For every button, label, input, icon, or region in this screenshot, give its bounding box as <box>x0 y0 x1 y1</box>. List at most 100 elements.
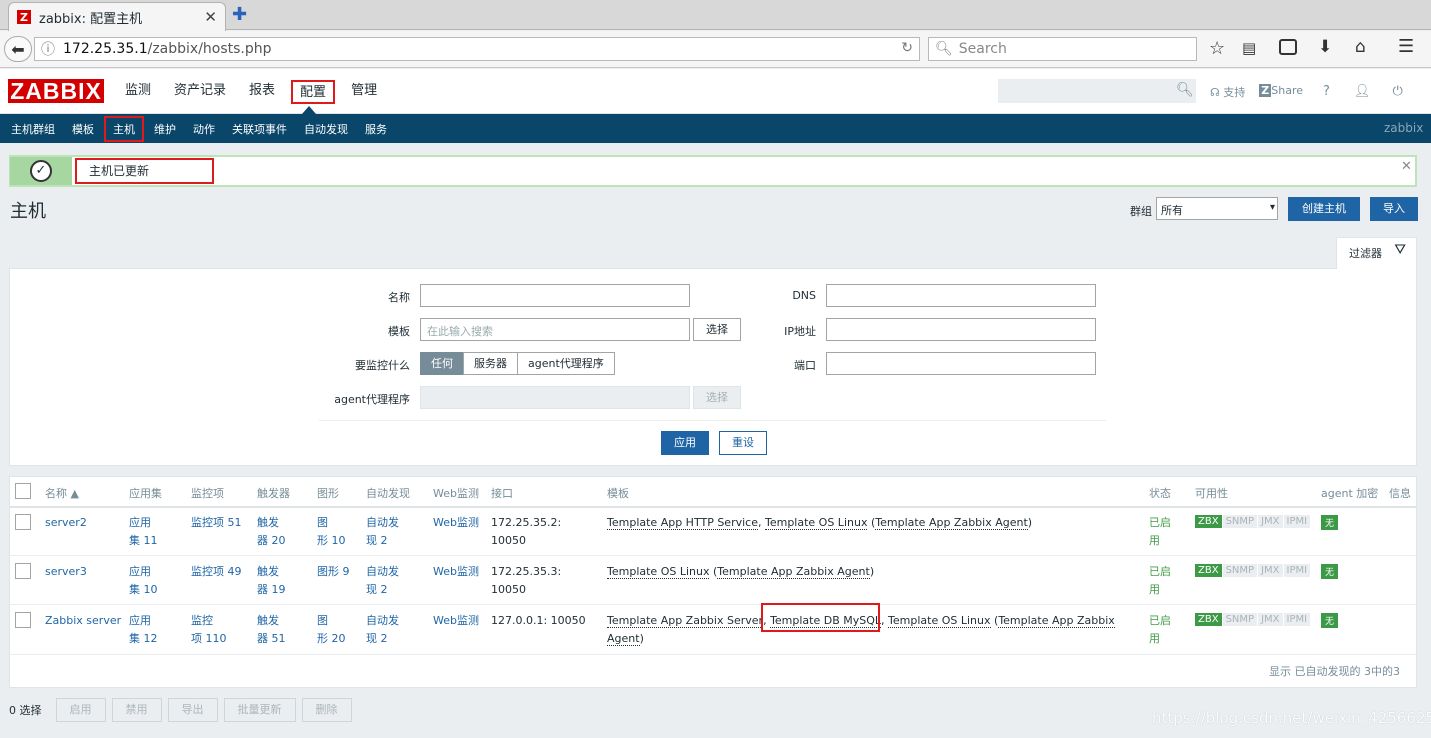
submenu-actions[interactable]: 动作 <box>186 118 222 140</box>
items-link[interactable]: 监控项 110 <box>191 612 227 648</box>
menu-reports[interactable]: 报表 <box>242 80 282 104</box>
host-name-link[interactable]: server3 <box>45 563 87 581</box>
triggers-link[interactable]: 触发器 20 <box>257 514 286 550</box>
graphs-link[interactable]: 图形 9 <box>317 563 350 581</box>
template-link[interactable]: Template App Zabbix Agent <box>875 516 1028 530</box>
host-name-link[interactable]: server2 <box>45 514 87 532</box>
monitor-any[interactable]: 任何 <box>420 352 464 375</box>
name-input[interactable] <box>420 284 690 307</box>
submenu-services[interactable]: 服务 <box>358 118 394 140</box>
search-icon[interactable]: 🔍︎ <box>1176 82 1194 98</box>
delete-button[interactable]: 删除 <box>301 698 352 722</box>
support-link[interactable]: ☊ 支持 <box>1210 84 1245 100</box>
template-link[interactable]: Template OS Linux <box>888 614 991 628</box>
applications-link[interactable]: 应用集 10 <box>129 563 158 599</box>
ipmi-badge: IPMI <box>1282 613 1311 626</box>
home-icon[interactable]: ⌂ <box>1355 37 1366 57</box>
template-link[interactable]: Template App Zabbix Server <box>607 614 764 628</box>
status-enabled-link[interactable]: 已启用 <box>1149 612 1171 648</box>
browser-search-input[interactable]: 🔍︎ Search <box>928 37 1197 61</box>
col-encryption: agent 加密 <box>1321 487 1379 500</box>
row-checkbox[interactable] <box>15 514 31 530</box>
menu-administration[interactable]: 管理 <box>344 80 384 104</box>
reload-icon[interactable]: ↻ <box>901 40 913 56</box>
close-icon[interactable]: ✕ <box>1401 159 1412 174</box>
browser-tab[interactable]: Z zabbix: 配置主机 ✕ <box>8 2 226 31</box>
import-button[interactable]: 导入 <box>1370 197 1418 221</box>
template-link[interactable]: Template App Zabbix Agent <box>717 565 870 579</box>
discovery-link[interactable]: 自动发现 2 <box>366 612 399 648</box>
monitor-proxy[interactable]: agent代理程序 <box>517 352 615 375</box>
port-input[interactable] <box>826 352 1096 375</box>
select-all-checkbox[interactable] <box>15 483 31 499</box>
status-enabled-link[interactable]: 已启用 <box>1149 563 1171 599</box>
status-enabled-link[interactable]: 已启用 <box>1149 514 1171 550</box>
group-select[interactable]: 所有 <box>1156 197 1278 220</box>
filter-tab[interactable]: 过滤器 ⛛ <box>1336 237 1417 269</box>
graphs-link[interactable]: 图形 20 <box>317 612 346 648</box>
web-link[interactable]: Web监测 <box>433 563 479 581</box>
url-bar[interactable]: ⓘ 172.25.35.1/zabbix/hosts.php ↻ <box>34 37 920 61</box>
submenu-host-groups[interactable]: 主机群组 <box>4 118 62 140</box>
template-link[interactable]: Agent <box>607 632 640 646</box>
menu-monitoring[interactable]: 监测 <box>118 80 158 104</box>
host-name-link[interactable]: Zabbix server <box>45 612 121 630</box>
port-label: 端口 <box>794 359 816 372</box>
pocket-icon[interactable] <box>1279 39 1297 55</box>
row-checkbox[interactable] <box>15 563 31 579</box>
triggers-link[interactable]: 触发器 51 <box>257 612 286 648</box>
mass-update-button[interactable]: 批量更新 <box>223 698 296 722</box>
menu-inventory[interactable]: 资产记录 <box>167 80 233 104</box>
logout-icon[interactable]: ⏻ <box>1392 84 1402 100</box>
submenu-templates[interactable]: 模板 <box>65 118 101 140</box>
submenu-discovery[interactable]: 自动发现 <box>297 118 355 140</box>
menu-configuration[interactable]: 配置 <box>291 80 336 104</box>
template-link[interactable]: Template OS Linux <box>607 565 710 579</box>
export-button[interactable]: 导出 <box>167 698 218 722</box>
back-icon[interactable]: ⬅ <box>4 36 32 62</box>
name-label: 名称 <box>388 291 410 304</box>
user-profile-icon[interactable]: 👤︎ <box>1354 84 1371 100</box>
submenu-maintenance[interactable]: 维护 <box>147 118 183 140</box>
share-link[interactable]: Z Share <box>1259 84 1303 100</box>
bookmark-star-icon[interactable]: ☆ <box>1209 38 1225 59</box>
web-link[interactable]: Web监测 <box>433 514 479 532</box>
applications-link[interactable]: 应用集 12 <box>129 612 158 648</box>
dns-input[interactable] <box>826 284 1096 307</box>
submenu-correlation[interactable]: 关联项事件 <box>225 118 294 140</box>
template-link[interactable]: Template OS Linux <box>764 516 868 530</box>
menu-icon[interactable]: ☰ <box>1398 36 1414 57</box>
applications-link[interactable]: 应用集 11 <box>129 514 158 550</box>
col-status[interactable]: 状态 <box>1149 485 1171 501</box>
global-search-input[interactable] <box>998 79 1196 103</box>
items-link[interactable]: 监控项 49 <box>191 563 242 581</box>
reset-filter-button[interactable]: 重设 <box>719 431 767 455</box>
submenu-hosts[interactable]: 主机 <box>104 115 144 142</box>
new-tab-icon[interactable]: ✚ <box>232 4 254 25</box>
triggers-link[interactable]: 触发器 19 <box>257 563 286 599</box>
template-link[interactable]: Template App HTTP Service <box>607 516 758 530</box>
row-checkbox[interactable] <box>15 612 31 628</box>
reading-list-icon[interactable]: ▤ <box>1242 39 1256 57</box>
discovery-link[interactable]: 自动发现 2 <box>366 563 399 599</box>
web-link[interactable]: Web监测 <box>433 612 479 630</box>
download-icon[interactable]: ⬇ <box>1318 37 1332 57</box>
discovery-link[interactable]: 自动发现 2 <box>366 514 399 550</box>
create-host-button[interactable]: 创建主机 <box>1288 197 1360 221</box>
enable-button[interactable]: 启用 <box>55 698 106 722</box>
zabbix-logo[interactable]: ZABBIX <box>8 78 104 104</box>
encryption-badge: 无 <box>1321 564 1339 579</box>
apply-filter-button[interactable]: 应用 <box>661 431 709 455</box>
monitor-server[interactable]: 服务器 <box>463 352 518 375</box>
template-link[interactable]: Template App Zabbix <box>998 614 1115 628</box>
graphs-link[interactable]: 图形 10 <box>317 514 346 550</box>
disable-button[interactable]: 禁用 <box>111 698 162 722</box>
items-link[interactable]: 监控项 51 <box>191 514 242 532</box>
interface-value: 127.0.0.1: 10050 <box>491 614 586 627</box>
template-input[interactable]: 在此输入搜索 <box>420 318 690 341</box>
close-icon[interactable]: ✕ <box>204 8 217 26</box>
ip-input[interactable] <box>826 318 1096 341</box>
help-link[interactable]: ? <box>1323 84 1330 100</box>
col-name[interactable]: 名称 ▲ <box>45 485 79 501</box>
header-links: ☊ 支持 Z Share ? 👤︎ ⏻ <box>1210 84 1403 100</box>
